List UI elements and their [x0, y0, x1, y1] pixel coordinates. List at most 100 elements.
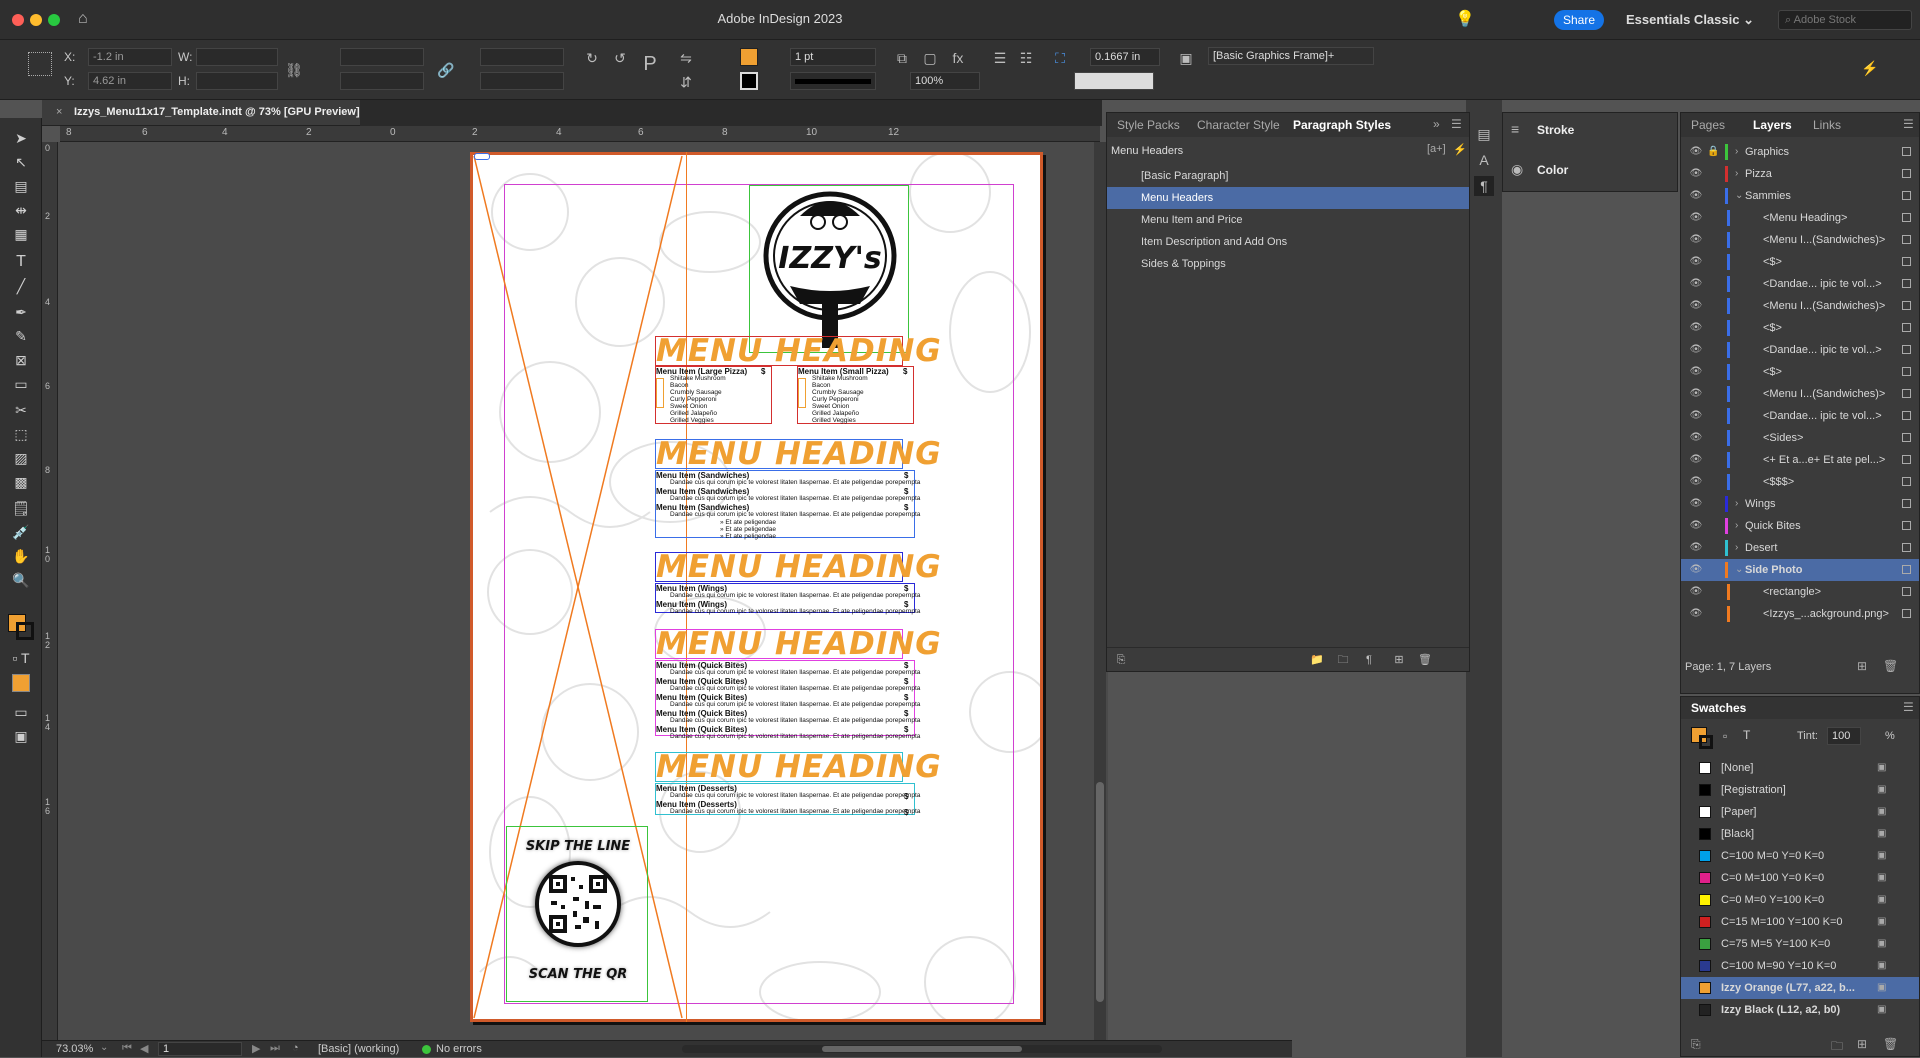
tab-paragraph-styles[interactable]: Paragraph Styles: [1293, 118, 1391, 132]
preflight-errors[interactable]: No errors: [436, 1043, 482, 1055]
chevron-right-icon[interactable]: ›: [1735, 537, 1738, 559]
previous-page-icon[interactable]: ◀: [140, 1042, 148, 1055]
trash-icon[interactable]: 🗑: [1415, 650, 1435, 670]
quick-bites-price[interactable]: $: [904, 661, 908, 670]
flip-vertical-icon[interactable]: ⇵: [676, 72, 696, 92]
layer-row[interactable]: 👁 ⌄ Side Photo: [1681, 559, 1919, 581]
color-panel-button[interactable]: Color: [1537, 163, 1568, 177]
container-icon[interactable]: ▫: [1723, 729, 1727, 743]
vertical-scrollbar[interactable]: [1094, 142, 1106, 1040]
adobe-stock-search[interactable]: ⌕ Adobe Stock: [1778, 10, 1912, 30]
reference-point-icon[interactable]: [28, 52, 52, 76]
lightning-icon[interactable]: ⚡: [1453, 143, 1467, 156]
page-tool-icon[interactable]: ▤: [10, 176, 32, 196]
fitting-icon[interactable]: ⧉: [892, 48, 912, 68]
layer-row[interactable]: 👁 › Pizza: [1681, 163, 1919, 185]
rotation-field[interactable]: [480, 48, 564, 66]
tab-swatches[interactable]: Swatches: [1691, 701, 1746, 715]
x-position-field[interactable]: -1.2 in: [88, 48, 172, 66]
style-item[interactable]: Item Description and Add Ons: [1107, 231, 1469, 253]
stroke-swatch[interactable]: [16, 622, 34, 640]
quick-bites-price[interactable]: $: [904, 677, 908, 686]
horizontal-ruler[interactable]: 8 6 4 2 0 2 4 6 8 10 12: [60, 126, 1100, 142]
new-swatch-icon[interactable]: ⊞: [1857, 1037, 1867, 1051]
distribute-icon[interactable]: ☷: [1016, 48, 1036, 68]
tab-pages[interactable]: Pages: [1691, 118, 1725, 132]
qr-code-frame[interactable]: SKIP THE LINE SCAN THE QR: [506, 826, 648, 1002]
panel-menu-icon[interactable]: ☰: [1903, 117, 1914, 131]
layer-row[interactable]: 👁 <Menu I...(Sandwiches)>: [1681, 383, 1919, 405]
scale-y-field[interactable]: [340, 72, 424, 90]
eye-icon[interactable]: 👁: [1689, 559, 1703, 581]
vertical-ruler[interactable]: 0 2 4 6 8 1 0 1 2 1 4 1 6: [42, 142, 58, 1040]
lightbulb-icon[interactable]: 💡: [1455, 9, 1475, 29]
sandwich-addons[interactable]: » Et ate peligendae» Et ate peligendae» …: [720, 519, 776, 540]
swatch-row[interactable]: [Registration] ▣: [1681, 779, 1919, 801]
swatch-row[interactable]: C=15 M=100 Y=100 K=0 ▣: [1681, 911, 1919, 933]
new-color-group-icon[interactable]: 🗀: [1831, 1037, 1843, 1058]
new-style-icon[interactable]: ⊞: [1389, 650, 1409, 670]
eye-icon[interactable]: 👁: [1689, 515, 1703, 537]
selection-tool-icon[interactable]: ➤: [10, 128, 32, 148]
eye-icon[interactable]: 👁: [1689, 361, 1703, 383]
layer-select-square[interactable]: [1902, 587, 1911, 596]
layer-select-square[interactable]: [1902, 213, 1911, 222]
rotate-cw-icon[interactable]: ↻: [582, 48, 602, 68]
trash-icon[interactable]: 🗑: [1883, 659, 1898, 673]
note-tool-icon[interactable]: 🗒: [10, 498, 32, 518]
wings-desc[interactable]: Dandae cus qui corum ipic te volorest li…: [670, 608, 920, 616]
content-collector-icon[interactable]: ▦: [10, 224, 32, 244]
tab-character-style[interactable]: Character Style: [1197, 118, 1280, 132]
clear-overrides-icon[interactable]: ¶: [1359, 650, 1379, 670]
align-icon[interactable]: ☰: [990, 48, 1010, 68]
layer-row[interactable]: 👁 <Dandae... ipic te vol...>: [1681, 273, 1919, 295]
horizontal-scroll-thumb[interactable]: [822, 1046, 1022, 1052]
desserts-desc[interactable]: Dandae cus qui corum ipic te volorest li…: [670, 792, 920, 800]
layer-select-square[interactable]: [1902, 609, 1911, 618]
style-item[interactable]: Menu Item and Price: [1107, 209, 1469, 231]
reference-value-field[interactable]: 0.1667 in: [1090, 48, 1160, 66]
rectangle-frame-tool-icon[interactable]: ⊠: [10, 350, 32, 370]
eye-icon[interactable]: 👁: [1689, 427, 1703, 449]
layer-select-square[interactable]: [1902, 521, 1911, 530]
preflight-profile[interactable]: [Basic] (working): [318, 1043, 399, 1055]
sandwich-desc[interactable]: Dandae cus qui corum ipic te volorest li…: [670, 479, 920, 487]
tab-style-packs[interactable]: Style Packs: [1117, 118, 1180, 132]
style-override-icon[interactable]: ⎘: [1111, 650, 1131, 670]
first-page-icon[interactable]: ⏮: [122, 1042, 132, 1055]
chevron-right-icon[interactable]: ›: [1735, 141, 1738, 163]
paragraph-styles-icon[interactable]: ¶: [1474, 176, 1494, 196]
panel-menu-icon[interactable]: ☰: [1903, 700, 1914, 714]
width-field[interactable]: [196, 48, 278, 66]
swatch-row[interactable]: C=0 M=0 Y=100 K=0 ▣: [1681, 889, 1919, 911]
scale-x-field[interactable]: [340, 48, 424, 66]
eye-icon[interactable]: 👁: [1689, 163, 1703, 185]
rectangle-tool-icon[interactable]: ▭: [10, 374, 32, 394]
quick-bites-desc[interactable]: Dandae cus qui corum ipic te volorest li…: [670, 669, 920, 677]
quick-bites-desc[interactable]: Dandae cus qui corum ipic te volorest li…: [670, 717, 920, 725]
layer-select-square[interactable]: [1902, 433, 1911, 442]
sandwich-desc[interactable]: Dandae cus qui corum ipic te volorest li…: [670, 495, 920, 503]
formatting-affects-container-icon[interactable]: ▫ T: [10, 648, 32, 668]
small-pizza-toppings[interactable]: Shiitake Mushroom Bacon Crumbly Sausage Cur…: [812, 375, 868, 424]
layer-row[interactable]: 👁 › Desert: [1681, 537, 1919, 559]
fx-icon[interactable]: fx: [948, 48, 968, 68]
layer-select-square[interactable]: [1902, 455, 1911, 464]
next-page-icon[interactable]: ▶: [252, 1042, 260, 1055]
last-page-icon[interactable]: ⏭: [270, 1042, 280, 1055]
stroke-swatch[interactable]: [1699, 735, 1713, 749]
tab-layers[interactable]: Layers: [1753, 118, 1792, 132]
chevron-down-icon[interactable]: ⌄: [1735, 559, 1743, 581]
eye-icon[interactable]: 👁: [1689, 295, 1703, 317]
small-pizza-price[interactable]: $: [903, 367, 907, 376]
layer-select-square[interactable]: [1902, 301, 1911, 310]
quick-bites-desc[interactable]: Dandae cus qui corum ipic te volorest li…: [670, 701, 920, 709]
pasteboard[interactable]: IZZY's MENU HEADING Menu Item (Large Piz…: [58, 142, 1108, 1040]
sandwich-menu-heading[interactable]: MENU HEADING: [656, 437, 942, 471]
gap-tool-icon[interactable]: ⇹: [10, 200, 32, 220]
quick-bites-price[interactable]: $: [904, 725, 908, 734]
desserts-price[interactable]: $: [904, 808, 908, 817]
style-item[interactable]: Sides & Toppings: [1107, 253, 1469, 275]
layer-row[interactable]: 👁 <rectangle>: [1681, 581, 1919, 603]
layer-select-square[interactable]: [1902, 345, 1911, 354]
